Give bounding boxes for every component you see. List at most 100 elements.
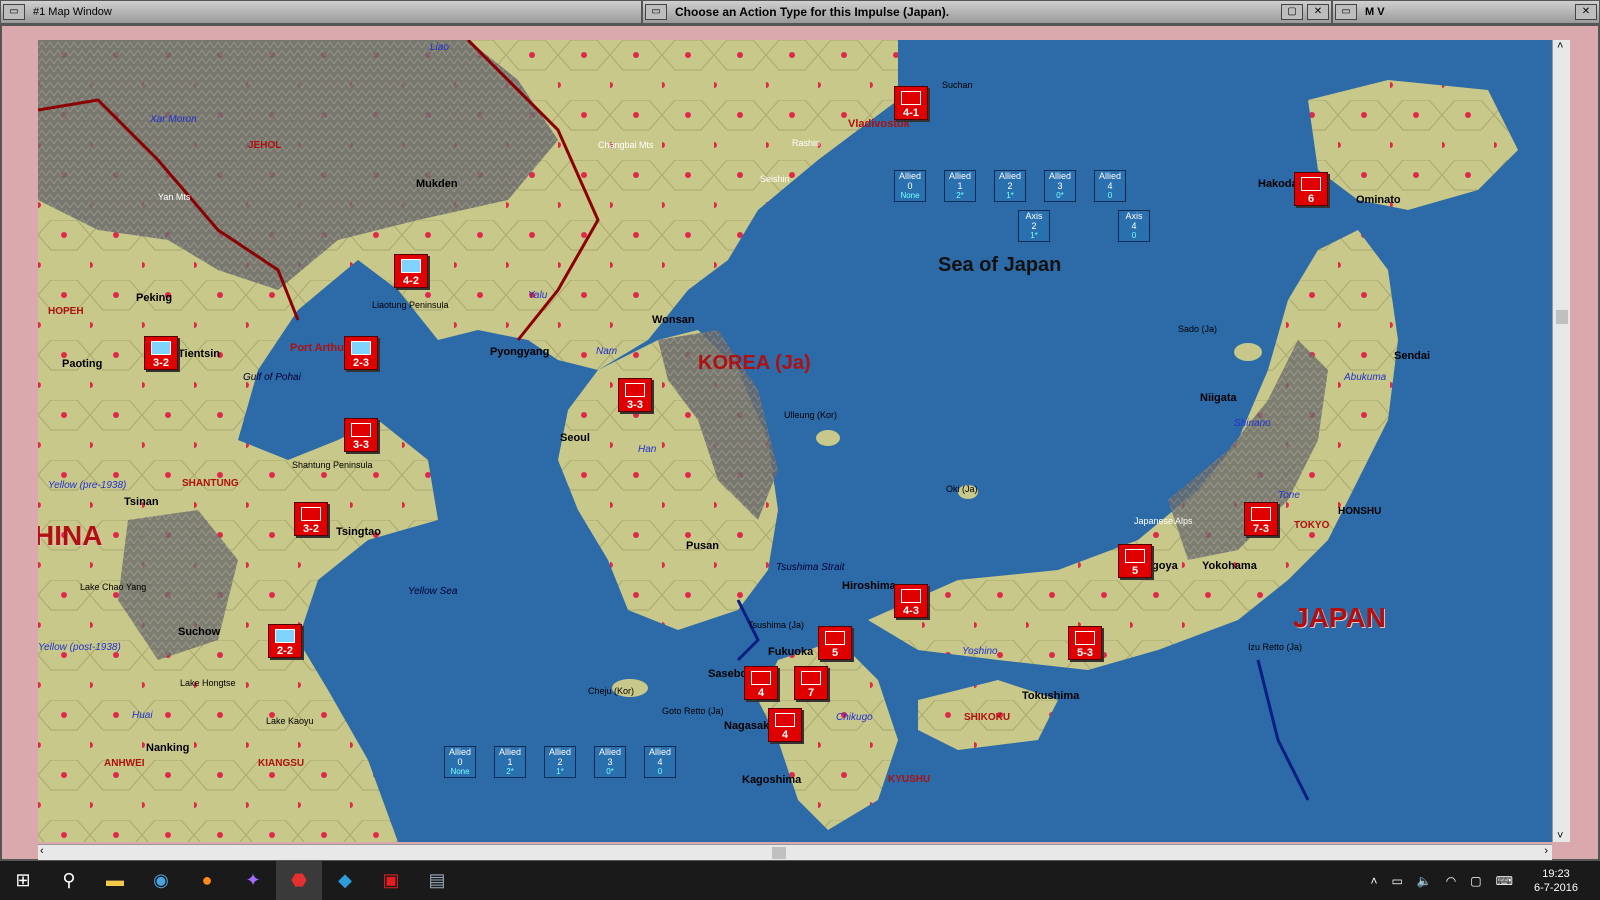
sea-box-allied-1[interactable]: Allied 1 2*	[944, 170, 976, 202]
action-window-titlebar[interactable]: ▭ Choose an Action Type for this Impulse…	[642, 0, 1332, 24]
unit-symbol-icon	[351, 341, 371, 355]
aircraft-icon	[801, 671, 821, 685]
terrain-label: Rashin	[792, 138, 821, 148]
unit-symbol-icon	[401, 259, 421, 273]
river-label: Huai	[132, 710, 153, 721]
unit-counter[interactable]: 7-3	[1244, 502, 1278, 536]
terrain-label: Lake Chao Yang	[80, 582, 147, 592]
river-label: Yalu	[528, 290, 548, 301]
sea-box-allied-3[interactable]: Allied 3 0*	[1044, 170, 1076, 202]
city-label: Mukden	[416, 178, 458, 190]
sea-box-allied-2[interactable]: Allied 2 1*	[994, 170, 1026, 202]
region-label-japan: JAPAN	[1293, 602, 1386, 633]
map-window-title: #1 Map Window	[33, 6, 112, 18]
game-map[interactable]: KOREA (Ja) JAPAN HINA Sea of Japan Yello…	[38, 40, 1552, 842]
river-label: Yellow (pre-1938)	[48, 480, 127, 491]
map-window-titlebar[interactable]: ▭ #1 Map Window	[0, 0, 642, 24]
unit-counter[interactable]: 5	[818, 626, 852, 660]
pdf-icon[interactable]: ▣	[368, 861, 414, 900]
wifi-icon[interactable]: ◠	[1446, 874, 1456, 888]
unit-counter[interactable]: 2-3	[344, 336, 378, 370]
terrain-label: Oki (Ja)	[946, 484, 978, 494]
sea-box-axis-2[interactable]: Axis 2 1*	[1018, 210, 1050, 242]
clock[interactable]: 19:23 6-7-2016	[1527, 867, 1585, 895]
keyboard-icon[interactable]: ⌨	[1496, 874, 1513, 888]
scroll-right-icon[interactable]: ›	[1544, 845, 1548, 857]
volume-icon[interactable]: 🔈	[1417, 874, 1432, 888]
mv-window-titlebar[interactable]: ▭ M V ✕	[1332, 0, 1600, 24]
city-label: Nanking	[146, 742, 190, 754]
unit-counter[interactable]: 4-2	[394, 254, 428, 288]
close-icon[interactable]: ✕	[1307, 4, 1329, 20]
province-label: JEHOL	[248, 140, 282, 151]
unit-counter[interactable]: 2-2	[268, 624, 302, 658]
terrain-label: Suchan	[942, 80, 973, 90]
app-blue-icon[interactable]: ◆	[322, 861, 368, 900]
river-label: Tone	[1278, 490, 1300, 501]
window-menu-icon[interactable]: ▭	[645, 4, 667, 20]
firefox-icon[interactable]: ●	[184, 861, 230, 900]
sea-box-allied-4[interactable]: Allied 4 0	[644, 746, 676, 778]
terrain-label: Liaotung Peninsula	[372, 300, 449, 310]
sea-box-allied-0[interactable]: Allied 0 None	[894, 170, 926, 202]
unit-counter[interactable]: 3-2	[144, 336, 178, 370]
unit-counter[interactable]: 3-3	[344, 418, 378, 452]
city-label: Suchow	[178, 626, 221, 638]
sea-box-allied-1[interactable]: Allied 1 2*	[494, 746, 526, 778]
river-label: Yoshino	[962, 646, 998, 657]
unit-counter[interactable]: 5	[1118, 544, 1152, 578]
unit-counter[interactable]: 4	[768, 708, 802, 742]
terrain-label: Seishin	[760, 174, 790, 184]
search-icon[interactable]: ⚲	[46, 861, 92, 900]
aircraft-icon	[1301, 177, 1321, 191]
sea-box-allied-4[interactable]: Allied 4 0	[1094, 170, 1126, 202]
unit-symbol-icon	[625, 383, 645, 397]
wif-game-icon[interactable]: ⬣	[276, 861, 322, 900]
scroll-left-icon[interactable]: ‹	[40, 845, 44, 857]
province-label: SHIKOKU	[964, 712, 1011, 723]
notification-icon[interactable]: ▢	[1470, 874, 1481, 888]
window-menu-icon[interactable]: ▭	[3, 4, 25, 20]
window-menu-icon[interactable]: ▭	[1335, 4, 1357, 20]
unit-counter[interactable]: 4	[744, 666, 778, 700]
scroll-thumb[interactable]	[772, 847, 786, 859]
sea-box-allied-0[interactable]: Allied 0 None	[444, 746, 476, 778]
unit-symbol-icon	[351, 423, 371, 437]
sea-box-allied-2[interactable]: Allied 2 1*	[544, 746, 576, 778]
scroll-down-icon[interactable]: ˅	[1557, 830, 1563, 842]
aircraft-icon	[1125, 549, 1145, 563]
action-window-title: Choose an Action Type for this Impulse (…	[675, 5, 950, 19]
scroll-up-icon[interactable]: ˄	[1557, 40, 1563, 52]
game-icon[interactable]: ✦	[230, 861, 276, 900]
city-label: Port Arthur	[290, 342, 349, 354]
unit-symbol-icon	[1251, 507, 1271, 521]
unit-counter[interactable]: 4-1	[894, 86, 928, 120]
document-app-icon[interactable]: ▤	[414, 861, 460, 900]
unit-counter[interactable]: 7	[794, 666, 828, 700]
restore-icon[interactable]: ▢	[1281, 4, 1303, 20]
city-label: Ominato	[1356, 194, 1401, 206]
vertical-scrollbar[interactable]: ˄ ˅	[1552, 40, 1570, 842]
file-explorer-icon[interactable]: ▬	[92, 861, 138, 900]
sea-box-axis-4[interactable]: Axis 4 0	[1118, 210, 1150, 242]
terrain-label: Tsushima (Ja)	[748, 620, 805, 630]
horizontal-scrollbar[interactable]: ‹ ›	[38, 844, 1552, 860]
unit-counter[interactable]: 6	[1294, 172, 1328, 206]
browser-icon[interactable]: ◉	[138, 861, 184, 900]
province-label: ANHWEI	[104, 758, 145, 769]
system-tray: ˄ ▭ 🔈 ◠ ▢ ⌨ 19:23 6-7-2016	[1363, 861, 1592, 900]
unit-counter[interactable]: 3-2	[294, 502, 328, 536]
unit-counter[interactable]: 3-3	[618, 378, 652, 412]
province-label: TOKYO	[1294, 520, 1330, 531]
sea-box-allied-3[interactable]: Allied 3 0*	[594, 746, 626, 778]
start-button[interactable]: ⊞	[0, 861, 46, 900]
unit-counter[interactable]: 5-3	[1068, 626, 1102, 660]
chevron-up-icon[interactable]: ˄	[1370, 874, 1377, 888]
sea-label-sea-of-japan: Sea of Japan	[938, 254, 1062, 276]
city-label: Sasebo	[708, 668, 748, 680]
scroll-thumb[interactable]	[1556, 310, 1568, 324]
unit-counter[interactable]: 4-3	[894, 584, 928, 618]
close-icon[interactable]: ✕	[1575, 4, 1597, 20]
sea-label-gulf-of-pohai: Gulf of Pohai	[243, 372, 301, 383]
battery-icon[interactable]: ▭	[1392, 874, 1403, 888]
